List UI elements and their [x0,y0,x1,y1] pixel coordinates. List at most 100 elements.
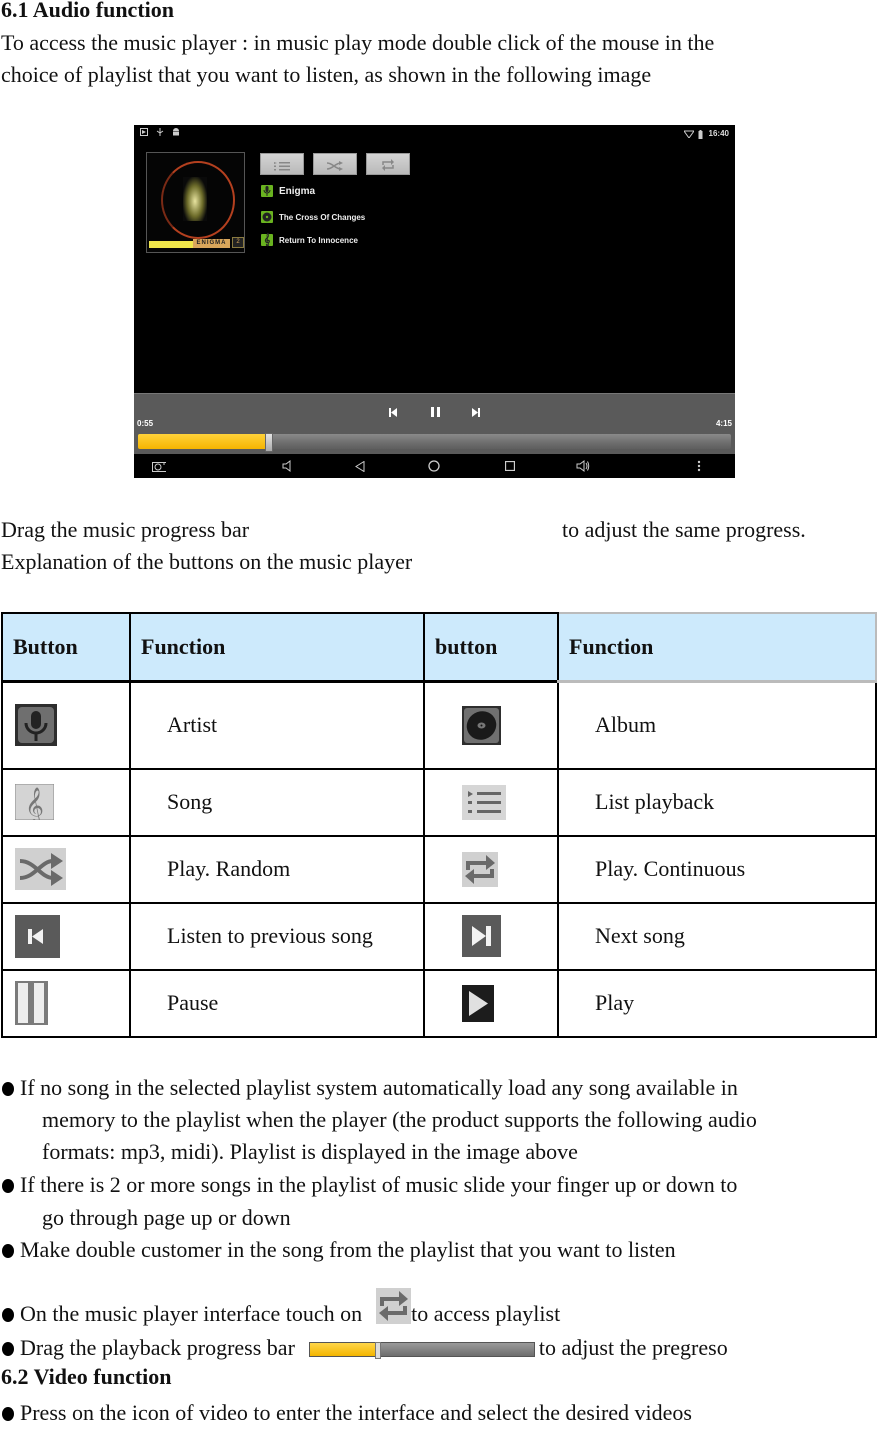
list-icon [462,784,506,820]
table-row: Pause Play [1,968,877,1038]
volume-down-icon[interactable] [280,459,294,473]
previous-icon [15,914,60,958]
wifi-icon [682,130,695,139]
bullet-auto-load: If no song in the selected playlist syst… [2,1072,738,1104]
volume-up-icon[interactable] [576,459,590,473]
bullet-access-playlist: On the music player interface touch on to… [2,1288,560,1330]
inline-progress-bar [308,1342,535,1360]
bullet-double-click: Make double customer in the song from th… [2,1234,676,1266]
shuffle-icon [15,848,66,890]
progress-fill [309,1343,378,1357]
table-cell-function: Play. Random [129,834,425,904]
bullet-dot [2,1342,14,1356]
svg-text:𝄞: 𝄞 [25,786,44,820]
intro-text-line-2: choice of playlist that you want to list… [1,62,652,87]
status-time: 16:40 [708,129,729,138]
shuffle-icon [326,151,343,177]
bullet-auto-load-line-3: formats: mp3, midi). Playlist is display… [42,1139,578,1164]
album-art-figure [183,177,207,221]
table-header-button: Button [1,612,131,683]
repeat-icon [381,151,395,177]
progress-bar[interactable] [138,433,731,452]
table-cell-function: Song [129,767,425,837]
progress-thumb[interactable] [265,433,274,452]
table-cell-function: Album [557,680,877,770]
album-art[interactable]: ENIGMA 2 [146,152,245,253]
table-row: Artist Album [1,680,877,770]
play-icon [462,984,494,1022]
table-cell-function: Artist [129,680,425,770]
table-cell-function: Play [557,968,877,1038]
progress-thumb [375,1342,382,1360]
table-row: 𝄞 Song List playback [1,767,877,837]
list-item-song[interactable]: 𝄞 Return To Innocence [261,234,358,246]
camera-icon[interactable] [152,459,166,473]
table-cell-function: Pause [129,968,425,1038]
section-heading-video: 6.2 Video function [1,1364,172,1389]
bullet-dot [2,1407,14,1421]
progress-instruction-end: to adjust the same progress. [562,517,806,542]
more-icon[interactable] [692,459,706,473]
disc-icon [261,211,273,223]
progress-fill [138,434,269,449]
bullet-video-select: Press on the icon of video to enter the … [2,1397,692,1429]
album-art-band [149,241,193,248]
elapsed-time: 0:55 [137,419,154,428]
pause-icon [15,981,48,1025]
table-header-function-2: Function [557,612,877,683]
next-icon [472,397,480,423]
playback-control-panel: 0:55 4:15 [134,393,735,454]
explanation-text: Explanation of the buttons on the music … [1,549,413,574]
list-item-label: The Cross Of Changes [279,212,366,222]
microphone-icon [15,704,57,747]
music-player-screenshot: 16:40 ENIGMA 2 Enigma The Cross Of Chang… [134,125,735,478]
list-item-artist[interactable]: Enigma [261,185,315,197]
table-header-row: Button Function button Function [1,612,877,683]
bullet-page-scroll-line-2: go through page up or down [42,1205,291,1230]
repeat-icon [462,851,498,887]
table-row: Play. Random Play. Continuous [1,834,877,904]
back-icon[interactable] [353,459,367,473]
list-item-label: Return To Innocence [279,235,358,245]
list-item-label: Enigma [279,185,316,197]
button-function-table: Button Function button Function Artist A… [1,612,877,1038]
table-cell-function: Next song [557,901,877,971]
screenshot-icon [140,128,148,136]
pause-button[interactable] [428,404,442,417]
previous-button[interactable] [386,404,400,417]
home-icon[interactable] [427,459,441,473]
table-header-button-2: button [423,612,559,683]
bullet-drag-progress: Drag the playback progress bar to adjust … [2,1332,728,1364]
previous-icon [389,397,397,423]
list-playback-button[interactable] [260,153,304,175]
album-art-title: ENIGMA [193,239,230,248]
section-heading-audio: 6.1 Audio function [1,0,174,22]
table-cell-function: Play. Continuous [557,834,877,904]
microphone-icon [261,185,273,197]
battery-icon [698,129,703,139]
bullet-page-scroll: If there is 2 or more songs in the playl… [2,1169,737,1201]
status-bar: 16:40 [134,125,735,143]
repeat-icon [376,1288,412,1324]
navigation-bar [134,454,735,478]
bullet-dot [2,1244,14,1258]
pause-icon [430,397,440,423]
album-art-number: 2 [232,237,244,248]
table-cell-function: Listen to previous song [129,901,425,971]
recents-icon[interactable] [503,459,517,473]
usb-icon [156,128,164,136]
next-button[interactable] [469,404,483,417]
bullet-dot [2,1308,14,1322]
next-icon [462,915,501,957]
total-duration: 4:15 [715,419,732,428]
intro-text-line-1: To access the music player : in music pl… [1,30,715,55]
progress-instruction-start: Drag the music progress bar [1,517,250,542]
list-item-album[interactable]: The Cross Of Changes [261,211,365,223]
repeat-button[interactable] [366,153,410,175]
shuffle-button[interactable] [313,153,357,175]
treble-clef-icon: 𝄞 [261,234,273,246]
list-icon [274,151,290,177]
bullet-auto-load-line-2: memory to the playlist when the player (… [42,1107,757,1132]
android-icon [172,128,180,136]
treble-clef-icon: 𝄞 [15,784,54,820]
